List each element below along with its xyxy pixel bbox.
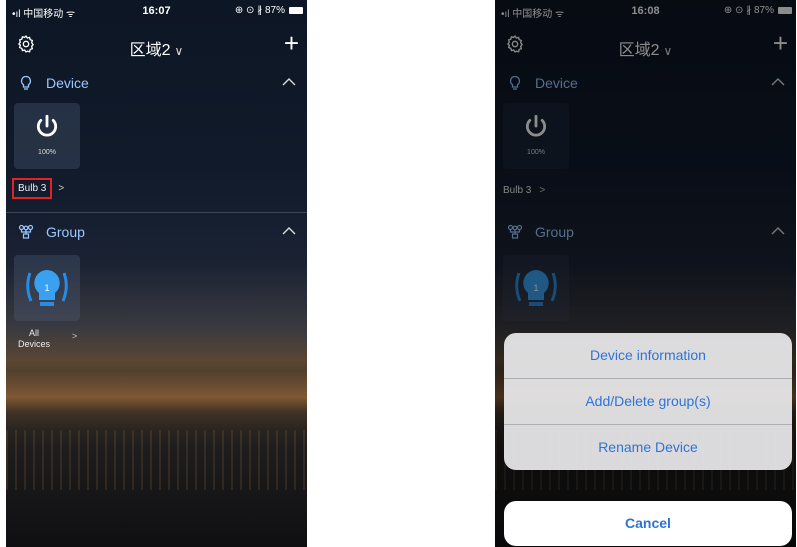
group-tile[interactable]: 1 (14, 255, 80, 321)
brightness-percent: 100% (38, 149, 56, 156)
section-divider (6, 212, 307, 213)
phone-screen-action-sheet: •ıl 中国移动 ᯤ 16:08 ⊕ ⊙ ∦ 87% 区域2 ∨ + Device… (495, 0, 796, 547)
chevron-up-icon[interactable] (281, 223, 297, 239)
section-label-group: Group (46, 224, 85, 240)
area-title-dropdown[interactable]: 区域2 ∨ (6, 36, 307, 60)
group-nodes-icon (18, 224, 34, 239)
action-sheet: Device information Add/Delete group(s) R… (504, 333, 792, 470)
device-tile[interactable]: 100% (14, 103, 80, 169)
top-bar: 区域2 ∨ + (6, 24, 307, 64)
phone-screen-main: •ıl 中国移动 ᯤ 16:07 ⊕ ⊙ ∦ 87% 区域2 ∨ + Device… (6, 0, 307, 547)
chevron-down-icon: ∨ (174, 44, 184, 58)
status-bar: •ıl 中国移动 ᯤ 16:07 ⊕ ⊙ ∦ 87% (6, 0, 307, 22)
sunset-horizon (6, 370, 307, 430)
cancel-button[interactable]: Cancel (504, 501, 792, 546)
status-indicators: ⊕ ⊙ ∦ 87% (234, 5, 285, 16)
group-bulb-icon: 1 (26, 270, 68, 306)
device-name-label: Bulb 3 (11, 178, 53, 199)
water-reflection (6, 430, 307, 490)
device-name-row[interactable]: Bulb 3 > (11, 178, 65, 199)
power-icon[interactable] (34, 113, 60, 139)
group-name-line1: All (28, 328, 39, 338)
device-information-button[interactable]: Device information (504, 333, 792, 379)
section-label-device: Device (46, 75, 89, 91)
battery-icon (289, 7, 303, 14)
chevron-right-icon: > (58, 183, 65, 194)
page-title: 区域2 (129, 42, 171, 59)
group-name-row[interactable]: All Devices > (14, 328, 77, 350)
chevron-up-icon[interactable] (281, 74, 297, 90)
rename-device-button[interactable]: Rename Device (504, 425, 792, 470)
group-name-line2: Devices (17, 339, 50, 349)
add-delete-groups-button[interactable]: Add/Delete group(s) (504, 379, 792, 425)
group-badge: 1 (44, 283, 49, 293)
chevron-right-icon: > (72, 331, 78, 341)
section-header-device[interactable]: Device (6, 68, 307, 98)
add-icon[interactable]: + (284, 28, 299, 58)
bulb-outline-icon (20, 75, 32, 90)
section-header-group[interactable]: Group (6, 217, 307, 247)
